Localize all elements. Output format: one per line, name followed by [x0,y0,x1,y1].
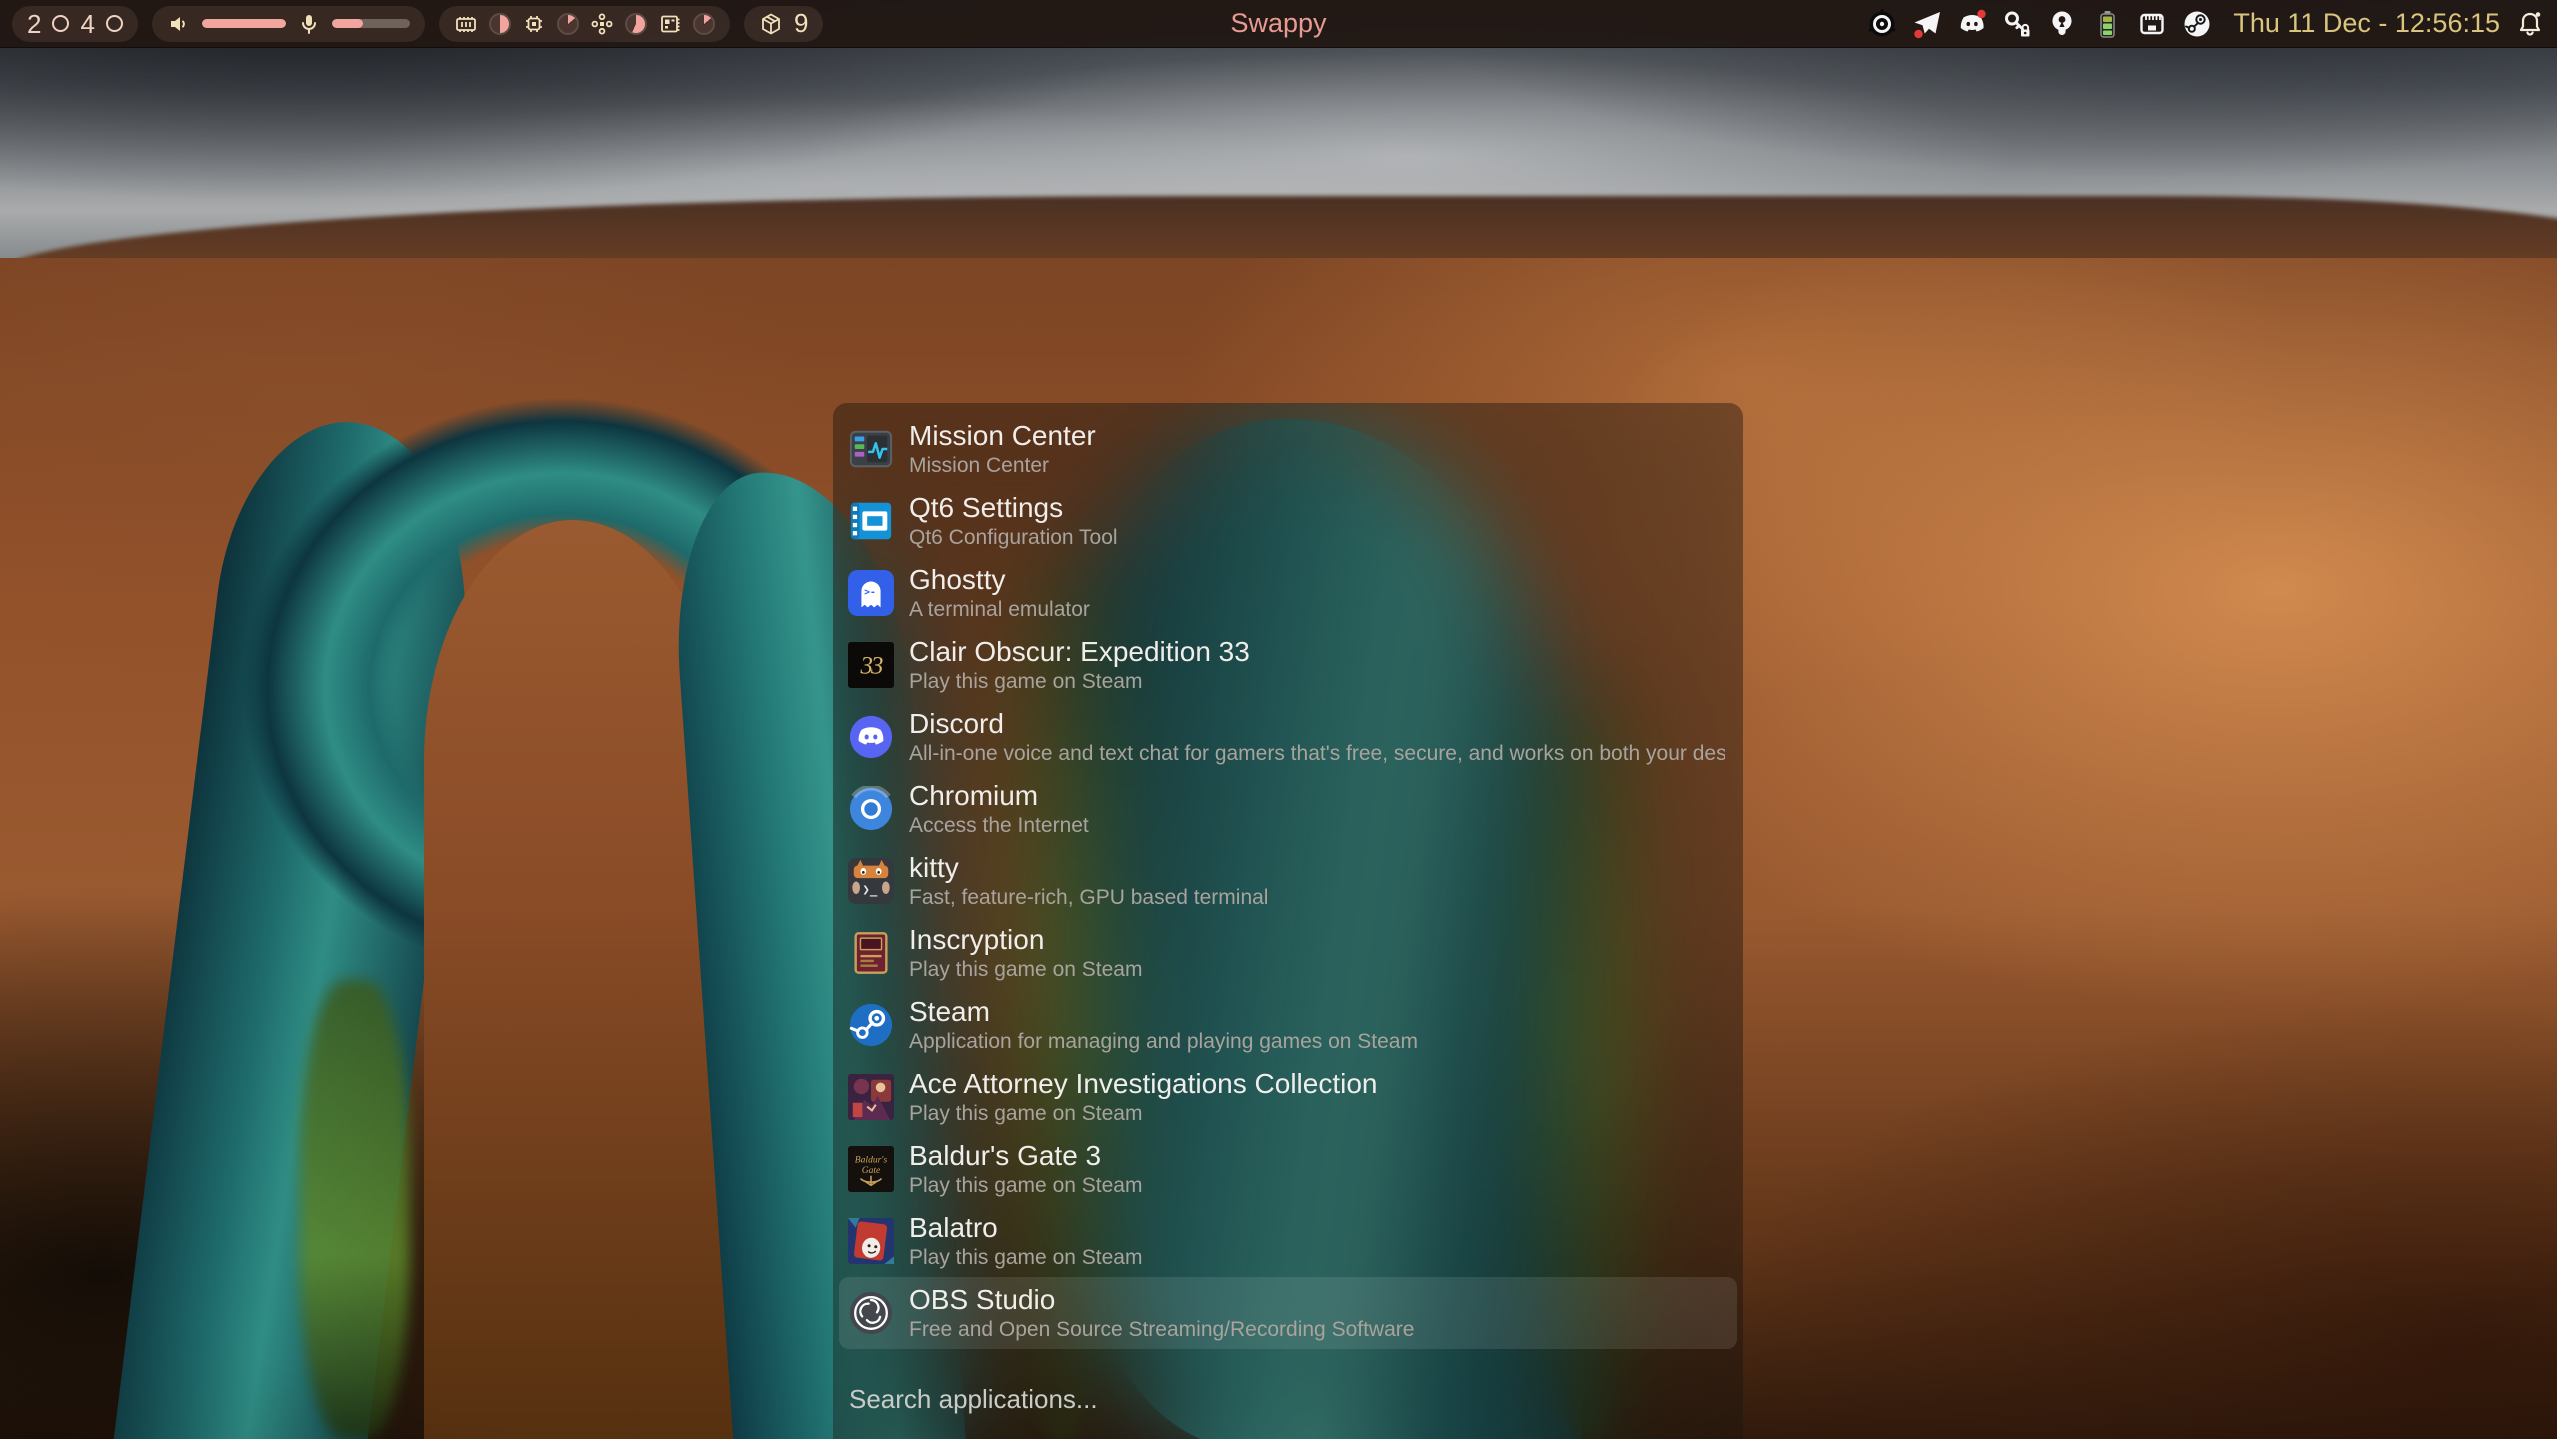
discord-tray-icon[interactable] [1957,9,1987,39]
inscryption-icon [848,930,894,976]
usage-gauge [693,13,715,35]
search-input[interactable]: Search applications... [849,1384,1727,1415]
app-description: Mission Center [909,453,1096,478]
steam-app-icon [848,1002,894,1048]
steam-tray-icon[interactable] [2182,9,2212,39]
app-description: Play this game on Steam [909,669,1250,694]
package-icon [759,12,783,36]
app-row[interactable]: Discord All-in-one voice and text chat f… [839,701,1737,773]
app-title: Inscryption [909,924,1142,956]
system-monitor-pill[interactable] [439,6,730,42]
app-title: Discord [909,708,1725,740]
app-description: Qt6 Configuration Tool [909,525,1118,550]
steelseries-tray-icon[interactable] [1867,9,1897,39]
workspace-number[interactable]: 4 [80,11,94,37]
usage-gauge [489,13,511,35]
app-list: Mission Center Mission Center Qt6 Settin… [833,403,1743,1349]
qt6-settings-icon [848,498,894,544]
discord-icon [848,714,894,760]
keepassxc-tray-icon[interactable] [2002,9,2032,39]
top-bar: 24 9 Swappy [0,0,2557,48]
app-title: Clair Obscur: Expedition 33 [909,636,1250,668]
cpu-icon [522,12,546,36]
updates-count: 9 [794,8,808,39]
notifications-bell-icon[interactable] [2515,9,2545,39]
app-title: Steam [909,996,1418,1028]
app-description: A terminal emulator [909,597,1090,622]
app-title: Qt6 Settings [909,492,1118,524]
app-row[interactable]: Balatro Play this game on Steam [839,1205,1737,1277]
keyring-tray-icon[interactable] [2047,9,2077,39]
balatro-icon [848,1218,894,1264]
app-row[interactable]: OBS Studio Free and Open Source Streamin… [839,1277,1737,1349]
workspace-number[interactable]: 2 [27,11,41,37]
app-title: Mission Center [909,420,1096,452]
obs-studio-icon [848,1290,894,1336]
topbar-right-modules: Thu 11 Dec - 12:56:15 [1867,8,2557,39]
app-description: Play this game on Steam [909,957,1142,982]
svg-text:Baldur's: Baldur's [855,1154,888,1165]
memory-icon [454,12,478,36]
topbar-left-modules: 24 9 [0,6,823,42]
app-row[interactable]: Qt6 Settings Qt6 Configuration Tool [839,485,1737,557]
app-description: Application for managing and playing gam… [909,1029,1418,1054]
svg-text:>-: >- [864,587,876,598]
app-title: OBS Studio [909,1284,1414,1316]
app-description: Play this game on Steam [909,1173,1142,1198]
microphone-icon[interactable] [297,12,321,36]
mission-center-icon [848,426,894,472]
app-description: Fast, feature-rich, GPU based terminal [909,885,1268,910]
app-launcher: Mission Center Mission Center Qt6 Settin… [833,403,1743,1439]
app-description: Play this game on Steam [909,1245,1142,1270]
app-row[interactable]: 33 Clair Obscur: Expedition 33 Play this… [839,629,1737,701]
app-row[interactable]: Steam Application for managing and playi… [839,989,1737,1061]
chromium-icon [848,786,894,832]
motherboard-icon [658,12,682,36]
workspace-circle-indicator[interactable] [106,15,123,32]
app-description: Access the Internet [909,813,1089,838]
app-title: Balatro [909,1212,1142,1244]
app-title: Ace Attorney Investigations Collection [909,1068,1377,1100]
microphone-slider[interactable] [332,19,410,28]
updates-pill[interactable]: 9 [744,6,823,42]
app-description: Play this game on Steam [909,1101,1377,1126]
app-title: kitty [909,852,1268,884]
kitty-icon: ❯_ [848,858,894,904]
audio-pill [152,6,425,42]
battery-tray-icon[interactable] [2092,9,2122,39]
volume-icon[interactable] [167,12,191,36]
app-title: Baldur's Gate 3 [909,1140,1142,1172]
app-row[interactable]: Inscryption Play this game on Steam [839,917,1737,989]
clock: Thu 11 Dec - 12:56:15 [2233,8,2500,39]
app-title: Ghostty [909,564,1090,596]
baldurs-gate-3-icon: Baldur'sGate [848,1146,894,1192]
app-row[interactable]: Baldur'sGate Baldur's Gate 3 Play this g… [839,1133,1737,1205]
svg-text:33: 33 [859,653,883,680]
ethernet-tray-icon[interactable] [2137,9,2167,39]
svg-text:❯_: ❯_ [862,881,877,897]
gpu-icon [590,12,614,36]
app-title: Chromium [909,780,1089,812]
usage-gauge [625,13,647,35]
usage-gauge [557,13,579,35]
workspaces-pill[interactable]: 24 [12,6,138,42]
app-row[interactable]: Mission Center Mission Center [839,413,1737,485]
app-row[interactable]: ❯_ kitty Fast, feature-rich, GPU based t… [839,845,1737,917]
app-row[interactable]: Ace Attorney Investigations Collection P… [839,1061,1737,1133]
app-description: All-in-one voice and text chat for gamer… [909,741,1725,766]
search-bar[interactable]: Search applications... [833,1384,1743,1439]
workspace-circle-indicator[interactable] [52,15,69,32]
ghostty-icon: >- [848,570,894,616]
window-title: Swappy [1230,8,1326,38]
app-row[interactable]: >- Ghostty A terminal emulator [839,557,1737,629]
svg-text:Gate: Gate [862,1165,881,1176]
volume-slider[interactable] [202,19,286,28]
ace-attorney-icon [848,1074,894,1120]
clair-obscur-icon: 33 [848,642,894,688]
app-row[interactable]: Chromium Access the Internet [839,773,1737,845]
app-description: Free and Open Source Streaming/Recording… [909,1317,1414,1342]
telegram-tray-icon[interactable] [1912,9,1942,39]
